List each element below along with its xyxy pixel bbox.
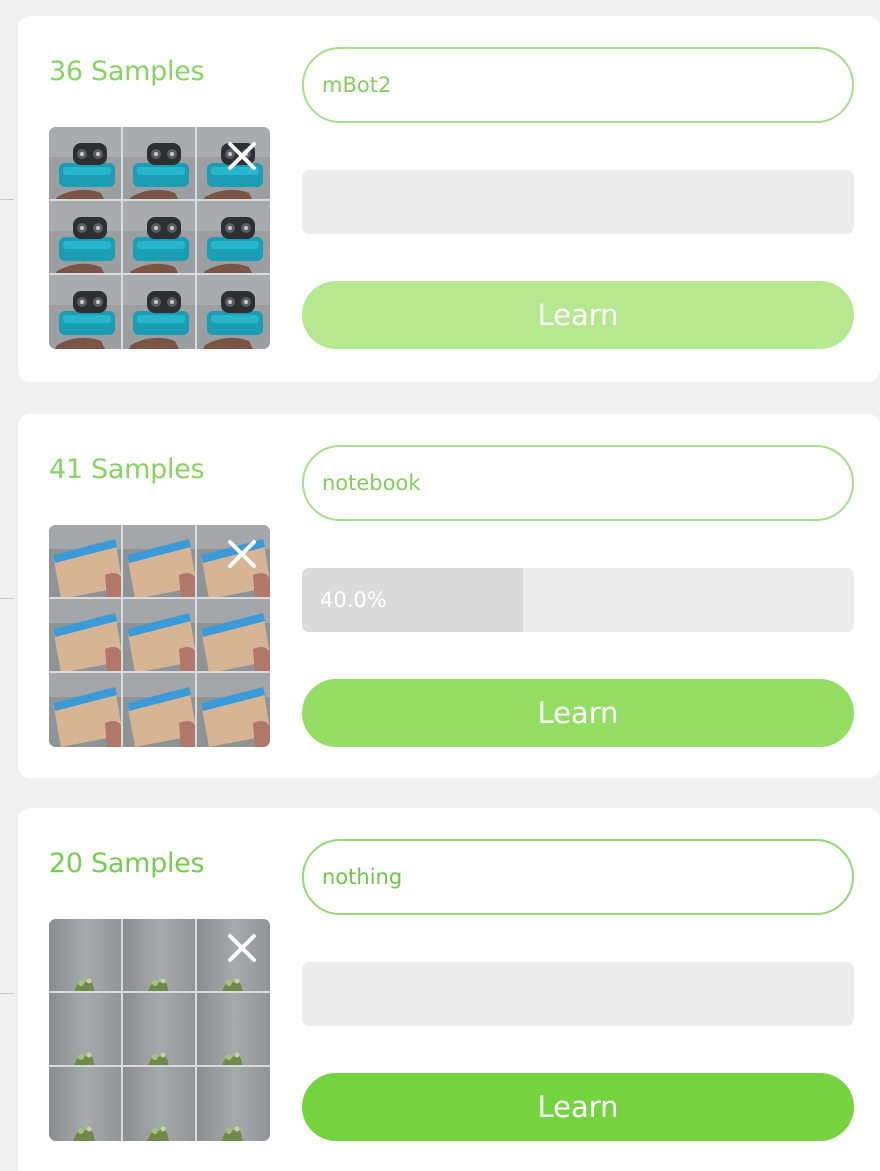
close-icon[interactable] [225, 139, 259, 173]
sample-count: 41 Samples [49, 454, 205, 485]
training-progress-bar: 40.0% [302, 568, 854, 632]
learn-button[interactable]: Learn [302, 679, 854, 747]
sample-thumbnail-grid [49, 127, 270, 349]
sample-class-card: 20 Samples nothing Learn [18, 808, 880, 1171]
close-icon[interactable] [225, 931, 259, 965]
left-divider-tick [0, 993, 14, 994]
sample-count: 20 Samples [49, 848, 205, 879]
learn-button[interactable]: Learn [302, 281, 854, 349]
left-divider-tick [0, 199, 14, 200]
close-icon[interactable] [225, 537, 259, 571]
sample-thumbnail-grid [49, 919, 270, 1141]
class-name-input[interactable] [302, 47, 854, 123]
class-name-input[interactable] [302, 445, 854, 521]
progress-label: 40.0% [320, 588, 387, 612]
training-progress-bar [302, 170, 854, 234]
left-divider-tick [0, 598, 14, 599]
learn-button[interactable]: Learn [302, 1073, 854, 1141]
class-name-input[interactable] [302, 839, 854, 915]
sample-count: 36 Samples [49, 56, 205, 87]
training-progress-bar [302, 962, 854, 1026]
sample-class-card: 41 Samples notebook 40.0% Learn [18, 414, 880, 778]
sample-class-card: 36 Samples mBot2 Learn [18, 16, 880, 382]
sample-thumbnail-grid [49, 525, 270, 747]
